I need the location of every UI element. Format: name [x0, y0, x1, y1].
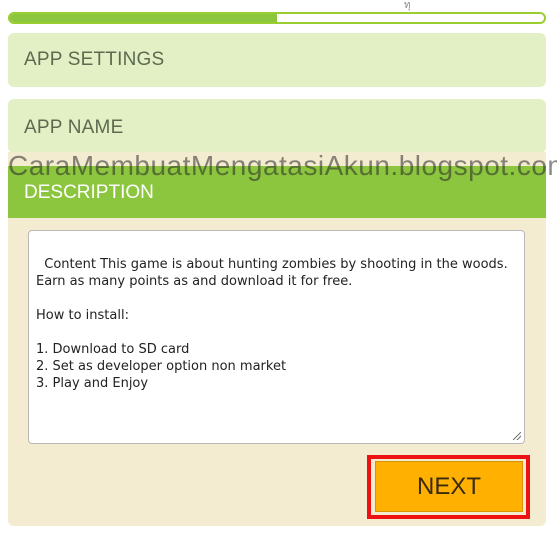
- app-settings-section[interactable]: APP SETTINGS: [8, 33, 546, 87]
- progress-bar-fill: [10, 14, 277, 22]
- description-textarea[interactable]: Content This game is about hunting zombi…: [28, 230, 525, 444]
- corner-mark: ทุ: [404, 0, 411, 11]
- resize-grip-icon[interactable]: [513, 432, 521, 440]
- watermark-text: CaraMembuatMengatasiAkun.blogspot.com: [8, 150, 557, 181]
- next-button[interactable]: NEXT: [375, 461, 523, 512]
- progress-bar: [8, 12, 546, 24]
- description-text: Content This game is about hunting zombi…: [36, 257, 508, 391]
- app-name-label: APP NAME: [24, 117, 124, 138]
- description-label: DESCRIPTION: [24, 182, 154, 203]
- app-name-section[interactable]: APP NAME: [8, 99, 546, 153]
- app-settings-label: APP SETTINGS: [24, 49, 165, 70]
